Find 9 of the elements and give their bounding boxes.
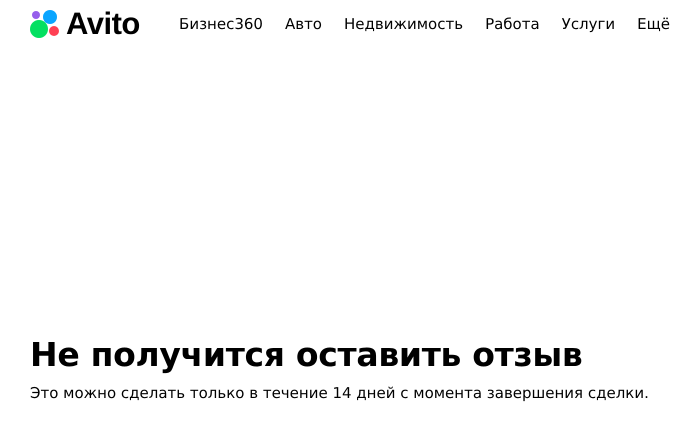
nav-link[interactable]: Ещё	[637, 15, 670, 33]
page-title: Не получится оставить отзыв	[30, 335, 584, 374]
logo[interactable]: Avito	[30, 6, 140, 42]
nav-link[interactable]: Авто	[284, 15, 322, 33]
message-text: Это можно сделать только в течение 14 дней с момента завершения сделки.	[30, 384, 650, 402]
nav-link[interactable]: Работа	[485, 15, 540, 33]
nav-link[interactable]: Бизнес360	[179, 15, 263, 33]
nav-link[interactable]: Недвижимость	[344, 15, 464, 33]
nav-link[interactable]: Услуги	[562, 15, 616, 33]
